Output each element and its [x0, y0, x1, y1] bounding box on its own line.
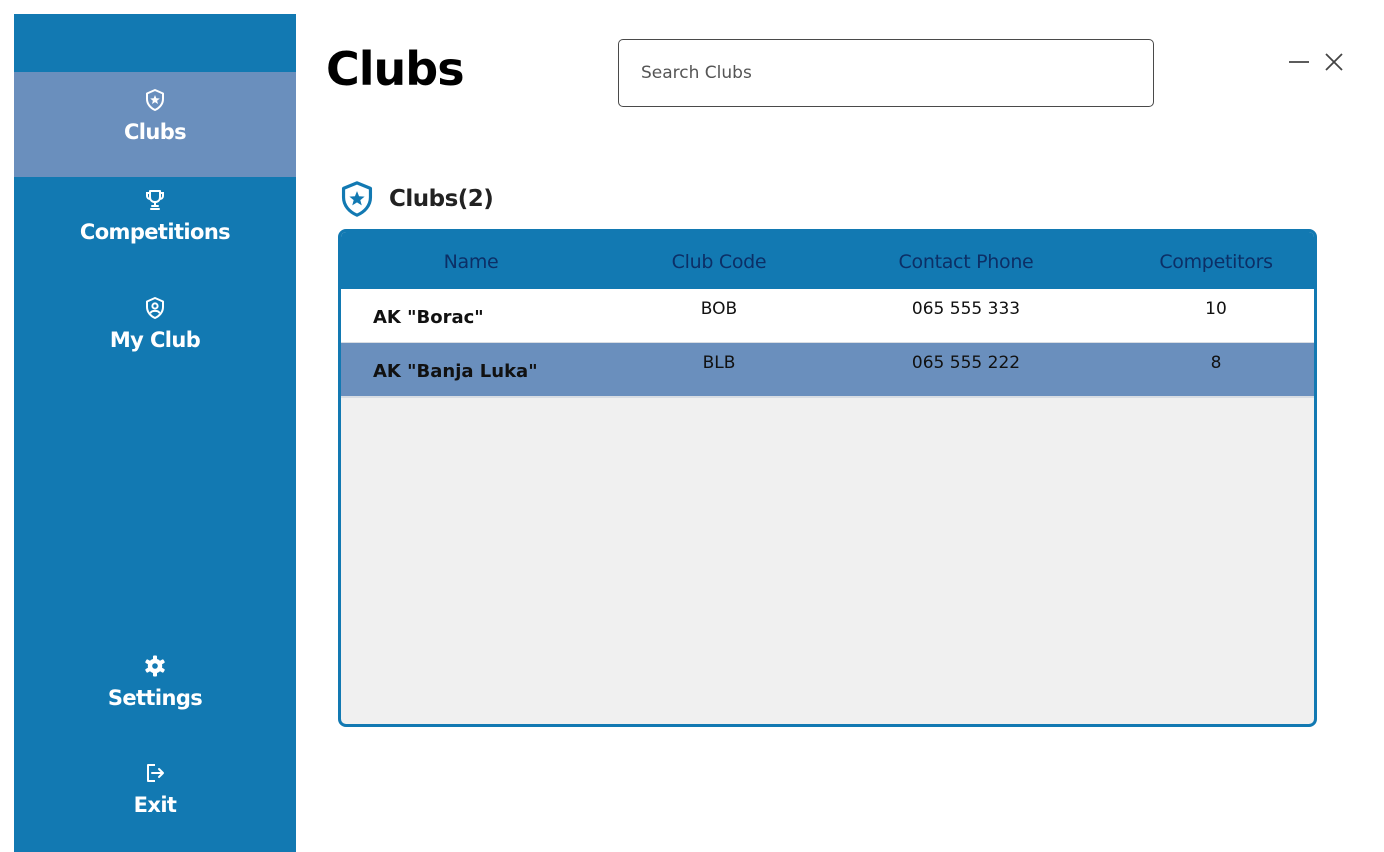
column-header-club-code[interactable]: Club Code	[639, 232, 799, 289]
cell-contact-phone: 065 555 333	[911, 299, 1021, 319]
gear-icon	[145, 655, 165, 677]
sidebar-item-label: Settings	[107, 686, 203, 710]
sidebar-item-settings[interactable]: Settings	[14, 654, 296, 744]
table-header: Name Club Code Contact Phone Competitors	[341, 232, 1314, 289]
clubs-section-header: Clubs(2)	[338, 180, 494, 218]
close-button[interactable]	[1322, 50, 1346, 74]
column-header-contact-phone[interactable]: Contact Phone	[866, 232, 1066, 289]
sidebar-item-competitions[interactable]: Competitions	[14, 188, 296, 278]
close-icon	[1325, 53, 1343, 71]
page-title: Clubs	[326, 42, 465, 96]
sidebar: Clubs Competitions My Club Settings Exit	[14, 14, 296, 852]
sidebar-item-my-club[interactable]: My Club	[14, 296, 296, 386]
sidebar-item-exit[interactable]: Exit	[14, 761, 296, 851]
section-title: Clubs(2)	[389, 186, 494, 212]
shield-star-icon	[341, 181, 373, 217]
cell-competitors: 10	[1205, 299, 1227, 319]
cell-name: AK "Borac"	[373, 307, 484, 328]
sidebar-item-label: Competitions	[79, 220, 231, 244]
cell-contact-phone: 065 555 222	[911, 353, 1021, 373]
column-header-competitors[interactable]: Competitors	[1136, 232, 1296, 289]
trophy-icon	[146, 190, 164, 210]
column-header-name[interactable]: Name	[371, 232, 571, 289]
app-window: Clubs Competitions My Club Settings Exit…	[0, 0, 1384, 852]
search-input[interactable]	[618, 39, 1154, 107]
sidebar-item-label: Exit	[133, 793, 177, 817]
cell-club-code: BOB	[700, 299, 738, 319]
cell-club-code: BLB	[702, 353, 736, 373]
cell-competitors: 8	[1210, 353, 1222, 373]
exit-icon	[147, 764, 164, 782]
minimize-button[interactable]	[1287, 50, 1311, 74]
table-row[interactable]: AK "Borac" BOB 065 555 333 10	[341, 289, 1314, 342]
shield-star-icon	[146, 89, 164, 111]
user-shield-icon	[146, 297, 164, 319]
row-divider	[341, 396, 1314, 398]
table-row-selected[interactable]: AK "Banja Luka" BLB 065 555 222 8	[341, 343, 1314, 396]
clubs-table: Name Club Code Contact Phone Competitors…	[338, 229, 1317, 727]
cell-name: AK "Banja Luka"	[373, 361, 538, 382]
sidebar-item-label: My Club	[109, 328, 201, 352]
sidebar-item-label: Clubs	[123, 120, 187, 144]
sidebar-item-clubs[interactable]: Clubs	[14, 72, 296, 177]
